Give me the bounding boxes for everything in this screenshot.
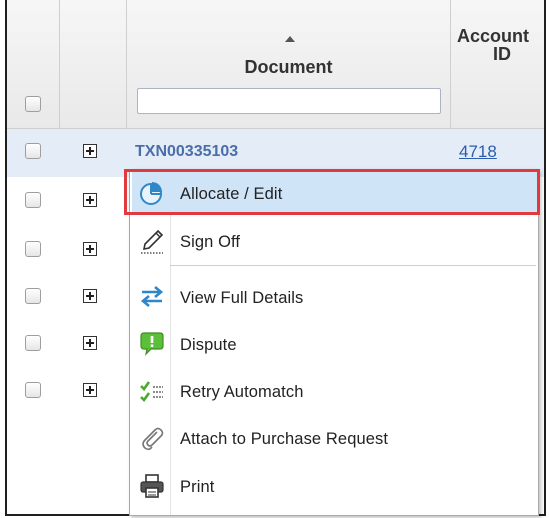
paperclip-icon	[142, 427, 164, 451]
menu-item-label: View Full Details	[180, 289, 304, 307]
printer-icon	[140, 474, 164, 498]
row-checkbox[interactable]	[25, 241, 41, 257]
menu-item-label: Sign Off	[180, 233, 241, 251]
row-checkbox[interactable]	[25, 192, 41, 208]
select-all-checkbox[interactable]	[25, 96, 41, 112]
menu-separator	[170, 265, 536, 266]
menu-item-label: Print	[180, 478, 215, 496]
pie-chart-icon	[140, 182, 162, 205]
account-id-link[interactable]: 4718	[459, 142, 497, 162]
menu-item-dispute[interactable]: Dispute	[130, 321, 538, 368]
menu-item-label: Allocate / Edit	[180, 185, 283, 203]
swap-arrows-icon	[140, 286, 164, 307]
expand-row-icon[interactable]	[83, 289, 97, 303]
menu-item-retry-automatch[interactable]: Retry Automatch	[130, 368, 538, 415]
menu-item-sign-off[interactable]: Sign Off	[130, 218, 538, 265]
account-id-header-line2: ID	[493, 44, 511, 64]
menu-item-label: Dispute	[180, 336, 237, 354]
expand-row-icon[interactable]	[83, 193, 97, 207]
account-id-column-header[interactable]: Account ID	[457, 26, 544, 65]
column-divider	[450, 0, 451, 128]
expand-row-icon[interactable]	[83, 383, 97, 397]
sort-ascending-icon[interactable]	[285, 36, 295, 42]
row-checkbox[interactable]	[25, 382, 41, 398]
menu-item-view-full-details[interactable]: View Full Details	[130, 274, 538, 321]
column-divider	[59, 0, 60, 128]
expand-row-icon[interactable]	[83, 242, 97, 256]
speech-exclamation-icon	[140, 332, 164, 356]
expand-row-icon[interactable]	[83, 336, 97, 350]
expand-row-icon[interactable]	[83, 144, 97, 158]
document-filter-input[interactable]	[137, 88, 441, 114]
row-checkbox[interactable]	[25, 288, 41, 304]
menu-item-label: Retry Automatch	[180, 383, 304, 401]
row-checkbox[interactable]	[25, 143, 41, 159]
menu-item-allocate-edit[interactable]: Allocate / Edit	[130, 170, 538, 217]
document-column-header[interactable]: Document	[127, 57, 450, 78]
row-context-menu: Allocate / Edit Sign Off View Full Detai…	[129, 169, 539, 516]
menu-item-label: Attach to Purchase Request	[180, 430, 389, 448]
row-checkbox[interactable]	[25, 335, 41, 351]
menu-item-attach-to-purchase-request[interactable]: Attach to Purchase Request	[130, 415, 538, 462]
grid-header: Document Account ID	[7, 0, 544, 129]
checklist-icon	[140, 381, 163, 403]
document-id-cell: TXN00335103	[135, 143, 239, 160]
pen-signature-icon	[141, 229, 164, 254]
menu-item-print[interactable]: Print	[130, 463, 538, 510]
